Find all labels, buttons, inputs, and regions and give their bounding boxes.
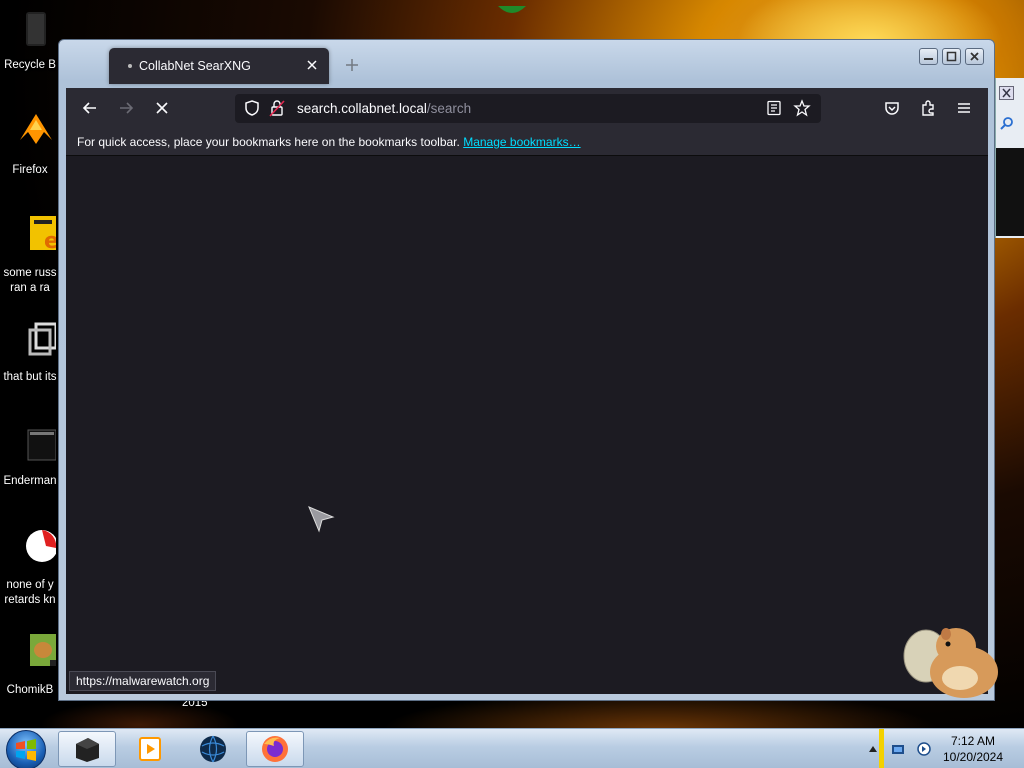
browser-viewport: search.collabnet.local/search For quick … bbox=[66, 88, 988, 694]
tray-divider bbox=[879, 729, 884, 768]
mouse-cursor-icon bbox=[308, 506, 335, 533]
svg-text:e: e bbox=[44, 229, 56, 254]
black-box-app-icon bbox=[76, 738, 99, 762]
arrow-right-icon bbox=[120, 102, 134, 114]
window-stack-icon bbox=[28, 322, 56, 356]
hamburger-menu-icon bbox=[958, 103, 970, 113]
file-icon: e bbox=[30, 216, 56, 254]
bookmarks-toolbar: For quick access, place your bookmarks h… bbox=[66, 128, 988, 156]
bookmarks-hint-text: For quick access, place your bookmarks h… bbox=[77, 135, 460, 149]
tab-collabnet-searxng[interactable]: CollabNet SearXNG bbox=[109, 48, 329, 84]
enderman-icon bbox=[27, 429, 56, 461]
desktop-icon-enderman[interactable]: Enderman bbox=[0, 424, 60, 494]
maximize-icon bbox=[946, 51, 957, 62]
taskbar-item-firefox[interactable] bbox=[246, 731, 304, 767]
manage-bookmarks-link[interactable]: Manage bookmarks… bbox=[463, 135, 580, 149]
taskbar-item-media-player[interactable] bbox=[120, 731, 178, 767]
desktop-icon-label: Firefox bbox=[12, 164, 48, 176]
firefox-icon bbox=[20, 114, 52, 144]
hamster-app-icon bbox=[30, 634, 56, 666]
nav-toolbar: search.collabnet.local/search bbox=[66, 88, 988, 128]
desktop-icon-label: none of y retards kn bbox=[4, 579, 56, 606]
tray-expand-arrow-icon[interactable] bbox=[869, 745, 877, 753]
media-player-icon bbox=[139, 737, 161, 761]
desktop-icon-chomik[interactable]: ChomikB bbox=[0, 630, 60, 700]
browser-window[interactable]: CollabNet SearXNG search.collabnet.local… bbox=[58, 39, 995, 701]
system-clock[interactable]: 7:12 AM 10/20/2024 bbox=[938, 733, 1008, 765]
desktop-icon-label: ChomikB bbox=[6, 684, 54, 696]
status-url-overlay: https://malwarewatch.org bbox=[69, 671, 217, 691]
app-menu-button[interactable] bbox=[952, 96, 976, 120]
desktop-icon-label: Recycle B bbox=[4, 59, 56, 71]
close-icon[interactable] bbox=[999, 86, 1014, 100]
arrow-left-icon bbox=[82, 102, 96, 114]
search-icon[interactable] bbox=[1000, 116, 1014, 130]
url-path: /search bbox=[426, 101, 472, 116]
firefox-icon bbox=[262, 736, 288, 762]
windows-logo-icon bbox=[16, 739, 36, 761]
network-tray-icon[interactable] bbox=[890, 741, 906, 757]
url-host: search.collabnet.local bbox=[297, 101, 427, 116]
stop-x-icon bbox=[156, 102, 168, 114]
globe-icon bbox=[200, 735, 226, 763]
desktop-icon-file[interactable]: e some russ ran a ra bbox=[0, 212, 60, 298]
bookmark-star-icon[interactable] bbox=[793, 99, 811, 117]
close-icon bbox=[970, 52, 979, 61]
gadget-icon bbox=[498, 6, 526, 13]
insecure-lock-icon[interactable] bbox=[269, 99, 285, 117]
reader-view-icon[interactable] bbox=[766, 100, 782, 116]
desktop-icon-label: Enderman bbox=[3, 475, 57, 487]
shield-icon[interactable] bbox=[243, 99, 261, 117]
tab-loading-indicator bbox=[128, 64, 132, 68]
minimize-button[interactable] bbox=[919, 48, 938, 65]
url-bar[interactable]: search.collabnet.local/search bbox=[235, 94, 821, 123]
puzzle-icon bbox=[922, 100, 934, 116]
new-tab-plus-icon[interactable] bbox=[345, 58, 359, 72]
desktop-icon-firefox[interactable]: Firefox bbox=[0, 108, 60, 180]
volume-tray-icon[interactable] bbox=[916, 741, 932, 757]
desktop-icon-file-2[interactable]: none of y retards kn bbox=[0, 526, 60, 612]
extensions-button[interactable] bbox=[916, 96, 940, 120]
pocket-icon bbox=[885, 102, 899, 115]
desktop-icon-recycle-bin[interactable]: Recycle B bbox=[0, 6, 60, 78]
background-window-content bbox=[996, 148, 1024, 236]
red-logo-icon bbox=[26, 530, 56, 562]
tab-close-icon[interactable] bbox=[305, 58, 319, 72]
back-button[interactable] bbox=[78, 96, 102, 120]
hamster-sticker-image bbox=[903, 628, 998, 698]
minimize-icon bbox=[924, 58, 933, 60]
recycle-bin-icon bbox=[26, 12, 46, 46]
maximize-button[interactable] bbox=[942, 48, 961, 65]
start-button[interactable] bbox=[6, 730, 46, 768]
desktop-icon-label: that but its bbox=[3, 371, 57, 383]
bookmarks-toolbar-message: For quick access, place your bookmarks h… bbox=[77, 135, 581, 149]
taskbar-item-explorer[interactable] bbox=[58, 731, 116, 767]
desktop-icon-shortcut[interactable]: that but its bbox=[0, 318, 60, 388]
close-button[interactable] bbox=[965, 48, 984, 65]
taskbar: 7:12 AM 10/20/2024 bbox=[0, 728, 1024, 768]
tab-title: CollabNet SearXNG bbox=[139, 59, 251, 73]
stop-button[interactable] bbox=[150, 96, 174, 120]
url-text[interactable]: search.collabnet.local/search bbox=[297, 101, 471, 116]
clock-time: 7:12 AM bbox=[950, 734, 996, 748]
taskbar-item-globe[interactable] bbox=[184, 731, 242, 767]
clock-date: 10/20/2024 bbox=[942, 750, 1004, 764]
background-window-edge[interactable] bbox=[995, 78, 1024, 238]
forward-button[interactable] bbox=[114, 96, 138, 120]
desktop-icon-label: some russ ran a ra bbox=[3, 267, 57, 294]
pocket-button[interactable] bbox=[880, 96, 904, 120]
page-content[interactable] bbox=[66, 156, 988, 694]
